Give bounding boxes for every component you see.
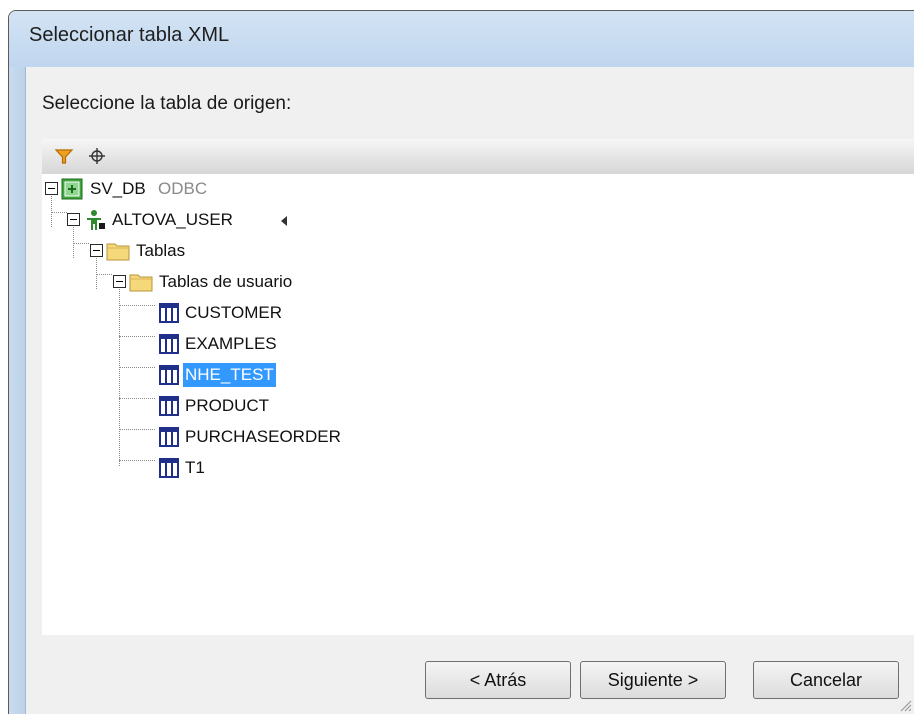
filter-icon[interactable] <box>50 139 80 174</box>
resize-grip-icon[interactable] <box>898 698 912 712</box>
folder-icon <box>129 271 153 293</box>
table-tree: SV_DB ODBC ALTOVA_USER Tablas Tablas de … <box>42 174 914 635</box>
tree-node-table-selected[interactable]: NHE_TEST <box>42 360 442 390</box>
collapse-toggle[interactable] <box>90 244 103 257</box>
tree-node-table[interactable]: EXAMPLES <box>42 329 442 359</box>
table-icon <box>158 395 180 417</box>
collapse-toggle[interactable] <box>45 182 58 195</box>
next-button[interactable]: Siguiente > <box>580 661 726 699</box>
table-label: EXAMPLES <box>185 334 277 353</box>
tree-node-table[interactable]: PURCHASEORDER <box>42 422 442 452</box>
table-icon <box>158 364 180 386</box>
tree-node-table[interactable]: PRODUCT <box>42 391 442 421</box>
tree-node-folder-tables[interactable]: Tablas <box>42 236 442 266</box>
tree-node-table[interactable]: T1 <box>42 453 442 483</box>
database-icon <box>61 178 83 200</box>
table-label: PRODUCT <box>185 396 270 415</box>
source-table-prompt: Seleccione la tabla de origen: <box>42 93 292 114</box>
user-icon <box>84 209 106 231</box>
expand-arrow-icon[interactable] <box>280 214 288 226</box>
tree-node-folder-user-tables[interactable]: Tablas de usuario <box>42 267 442 297</box>
table-icon <box>158 457 180 479</box>
folder-icon <box>106 240 130 262</box>
collapse-toggle[interactable] <box>67 213 80 226</box>
back-button[interactable]: < Atrás <box>425 661 571 699</box>
tree-node-label: Tablas de usuario <box>159 272 293 291</box>
window-frame <box>9 67 25 714</box>
tree-node-label: Tablas <box>136 241 186 260</box>
collapse-toggle[interactable] <box>113 275 126 288</box>
table-label: T1 <box>185 458 205 477</box>
table-label: NHE_TEST <box>183 363 276 387</box>
table-label: PURCHASEORDER <box>185 427 341 446</box>
connection-type-label: ODBC <box>158 179 208 198</box>
tree-node-database[interactable]: SV_DB ODBC <box>42 174 442 204</box>
crosshair-icon[interactable] <box>82 139 112 174</box>
table-icon <box>158 426 180 448</box>
table-label: CUSTOMER <box>185 303 282 322</box>
tree-node-table[interactable]: CUSTOMER <box>42 298 442 328</box>
window-title: Seleccionar tabla XML <box>29 24 230 46</box>
dialog-content: Seleccione la tabla de origen: SV_DB ODB… <box>25 67 914 714</box>
tree-node-label: SV_DB <box>90 179 146 198</box>
dialog-window: Seleccionar tabla XML Seleccione la tabl… <box>8 10 914 714</box>
tree-node-schema[interactable]: ALTOVA_USER <box>42 205 442 235</box>
table-icon <box>158 302 180 324</box>
title-bar[interactable]: Seleccionar tabla XML <box>9 11 914 67</box>
table-icon <box>158 333 180 355</box>
tree-node-label: ALTOVA_USER <box>112 210 233 229</box>
tree-toolbar <box>42 139 914 174</box>
table-tree-panel: SV_DB ODBC ALTOVA_USER Tablas Tablas de … <box>42 139 914 635</box>
cancel-button[interactable]: Cancelar <box>753 661 899 699</box>
